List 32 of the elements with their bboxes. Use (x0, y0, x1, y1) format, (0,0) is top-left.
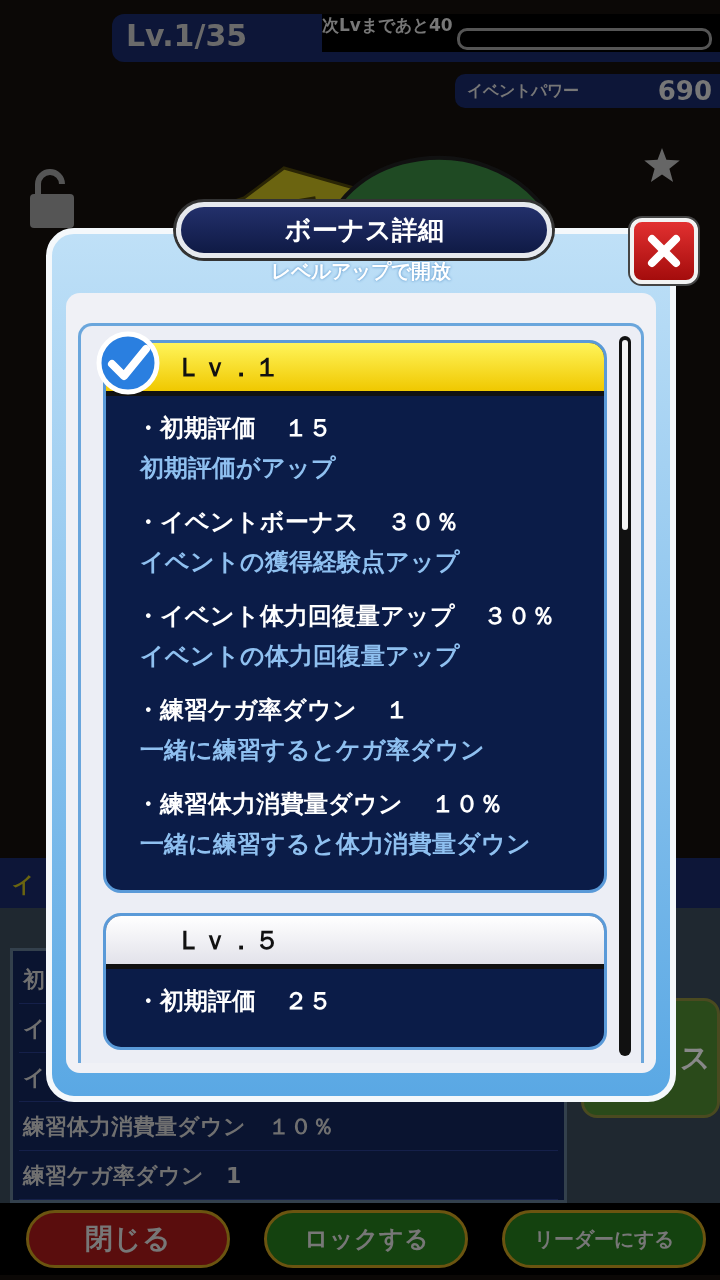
level-label: Ｌｖ．１ (176, 350, 280, 384)
level-text: Lv.1/35 (126, 18, 248, 53)
bonus-description: イベントの獲得経験点アップ (139, 547, 461, 578)
bonus-value: １０％ (431, 789, 503, 820)
star-icon (644, 148, 680, 182)
event-power-value: 690 (657, 76, 712, 106)
level-label: Ｌｖ．５ (176, 923, 280, 957)
bonus-name: ・初期評価 (136, 413, 256, 444)
bonus-value: １ (385, 695, 409, 726)
bonus-name: ・イベント体力回復量アップ (136, 601, 455, 632)
bonus-value: ３０％ (387, 507, 459, 538)
bonus-value: １５ (284, 413, 332, 444)
dialog-subtitle: レベルアップで開放 (270, 258, 452, 285)
bonus-description: イベントの体力回復量アップ (139, 641, 461, 672)
dialog-title: ボーナス詳細 (284, 213, 444, 247)
scrollbar[interactable] (619, 336, 631, 1056)
bonus-row: 練習ケガ率ダウン 1 (19, 1151, 558, 1200)
action-button[interactable]: ロックする (264, 1210, 468, 1268)
bonus-value: ３０％ (483, 601, 555, 632)
bonus-description: 一緒に練習すると体力消費量ダウン (139, 829, 532, 860)
action-button[interactable]: 閉じる (26, 1210, 230, 1268)
next-level-text: 次Lvまであと40 (322, 14, 453, 37)
bonus-name: ・練習体力消費量ダウン (136, 789, 403, 820)
bonus-name: ・イベントボーナス (136, 507, 359, 538)
bonus-description: 初期評価がアップ (138, 453, 337, 484)
bonus-description: 一緒に練習するとケガ率ダウン (139, 735, 486, 766)
unlocked-padlock-icon[interactable] (30, 168, 74, 228)
bonus-name: ・練習ケガ率ダウン (136, 695, 357, 726)
panel-header-text: イ (12, 872, 35, 897)
event-power-label: イベントパワー (467, 80, 579, 102)
close-button[interactable] (630, 218, 698, 284)
action-button[interactable]: リーダーにする (502, 1210, 706, 1268)
